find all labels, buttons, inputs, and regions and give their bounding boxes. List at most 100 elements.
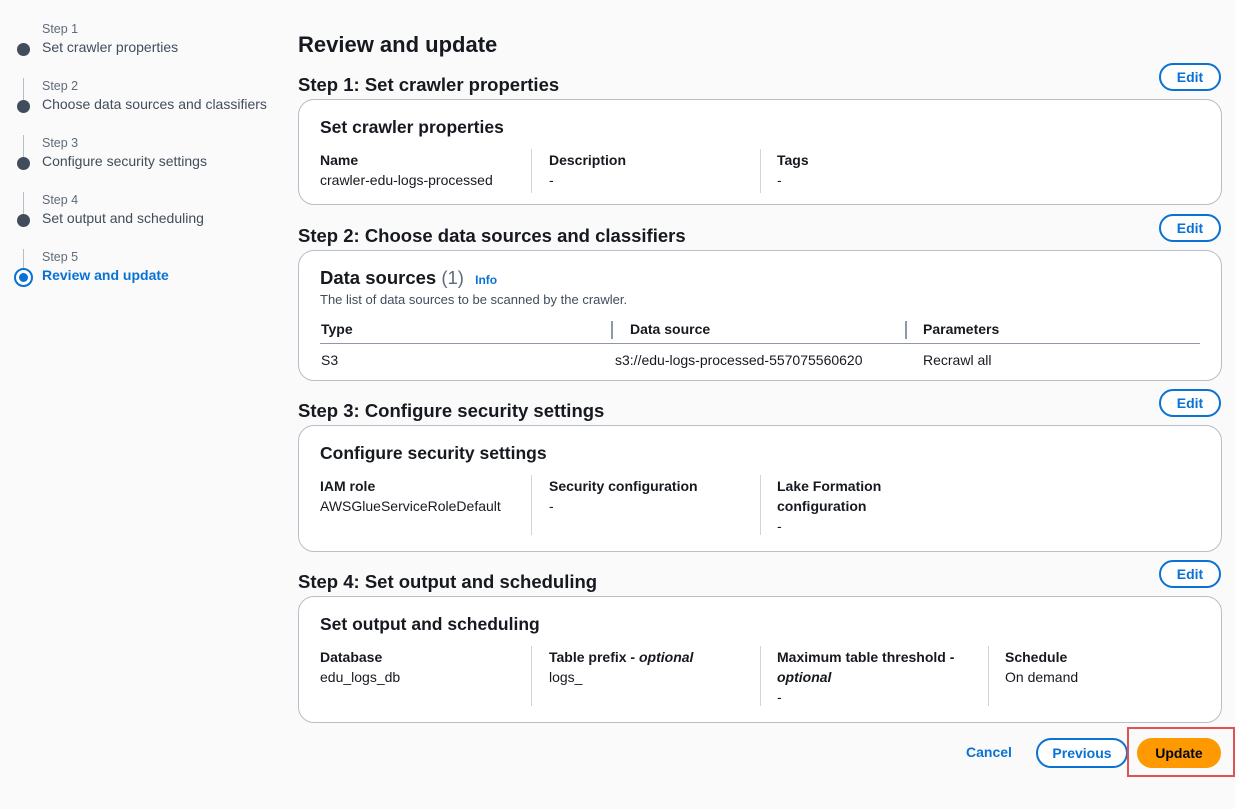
field-label: Name	[320, 152, 359, 168]
step-1-number: Step 1	[42, 22, 79, 36]
step-4-indicator-icon	[17, 214, 30, 227]
table-header-divider	[320, 343, 1200, 344]
database-field: Database edu_logs_db	[320, 647, 540, 687]
optional-marker: optional	[638, 649, 694, 665]
step-2-title[interactable]: Choose data sources and classifiers	[42, 95, 284, 114]
field-label: Description	[549, 152, 627, 168]
data-sources-header: Data sources (1) Info	[320, 267, 497, 289]
field-label: Maximum table threshold - optional	[777, 647, 977, 687]
optional-marker: optional	[777, 669, 832, 685]
step-3-number: Step 3	[42, 136, 79, 150]
output-scheduling-card: Set output and scheduling Database edu_l…	[298, 596, 1222, 723]
wizard-stepper: Step 1 Set crawler properties Step 2 Cho…	[14, 20, 284, 305]
step-1-title[interactable]: Set crawler properties	[42, 38, 284, 57]
step-5-title: Review and update	[42, 267, 169, 283]
table-cell-type: S3	[321, 352, 339, 368]
field-value: -	[777, 172, 782, 188]
column-divider	[760, 475, 761, 535]
card-title: Data sources	[320, 267, 437, 288]
description-field: Description -	[549, 150, 769, 190]
step-3-indicator-icon	[17, 157, 30, 170]
previous-button[interactable]: Previous	[1036, 738, 1128, 768]
field-value: logs_	[549, 669, 583, 685]
step-5-number: Step 5	[42, 250, 79, 264]
step-4[interactable]: Step 4 Set output and scheduling	[14, 192, 284, 248]
data-sources-card: Data sources (1) Info The list of data s…	[298, 250, 1222, 381]
step-5: Step 5 Review and update	[14, 249, 284, 305]
step-3-title[interactable]: Configure security settings	[42, 152, 284, 171]
section-heading: Step 4: Set output and scheduling	[298, 571, 598, 592]
step-3[interactable]: Step 3 Configure security settings	[14, 135, 284, 191]
name-field: Name crawler-edu-logs-processed	[320, 150, 540, 190]
field-value: edu_logs_db	[320, 669, 401, 685]
section-heading: Step 3: Configure security settings	[298, 400, 605, 421]
edit-step-1-button[interactable]: Edit	[1159, 63, 1221, 91]
edit-step-4-button[interactable]: Edit	[1159, 560, 1221, 588]
field-label: Lake Formation configuration	[777, 476, 997, 516]
step-2-indicator-icon	[17, 100, 30, 113]
column-divider	[531, 475, 532, 535]
section-heading: Step 2: Choose data sources and classifi…	[298, 225, 686, 246]
section-heading: Step 1: Set crawler properties	[298, 74, 560, 95]
crawler-properties-card: Set crawler properties Name crawler-edu-…	[298, 99, 1222, 205]
table-cell-data-source: s3://edu-logs-processed-557075560620	[615, 352, 863, 368]
edit-step-2-button[interactable]: Edit	[1159, 214, 1221, 242]
field-value: -	[777, 689, 782, 705]
field-value: AWSGlueServiceRoleDefault	[320, 498, 501, 514]
step-1[interactable]: Step 1 Set crawler properties	[14, 21, 284, 77]
column-header-type: Type	[321, 321, 353, 337]
security-settings-card: Configure security settings IAM role AWS…	[298, 425, 1222, 552]
column-header-parameters: Parameters	[923, 321, 1000, 337]
page-title: Review and update	[298, 32, 498, 57]
max-table-threshold-field: Maximum table threshold - optional -	[777, 647, 977, 707]
step-connector	[23, 78, 24, 100]
data-sources-count: (1)	[441, 267, 464, 288]
field-label-text: Maximum table threshold -	[777, 649, 955, 665]
field-value: -	[549, 498, 554, 514]
iam-role-field: IAM role AWSGlueServiceRoleDefault	[320, 476, 540, 516]
info-link[interactable]: Info	[475, 273, 497, 287]
field-label: Table prefix - optional	[549, 647, 769, 667]
table-cell-parameters: Recrawl all	[923, 352, 992, 368]
column-divider	[531, 149, 532, 193]
step-1-indicator-icon	[17, 43, 30, 56]
field-label: Database	[320, 649, 383, 665]
card-title: Configure security settings	[320, 443, 547, 463]
column-resizer[interactable]	[611, 321, 613, 339]
card-title: Set crawler properties	[320, 117, 504, 137]
field-value: -	[777, 518, 782, 534]
step-2[interactable]: Step 2 Choose data sources and classifie…	[14, 78, 284, 134]
data-sources-description: The list of data sources to be scanned b…	[320, 292, 628, 307]
tags-field: Tags -	[777, 150, 997, 190]
step-4-title[interactable]: Set output and scheduling	[42, 209, 284, 228]
step-5-current-indicator-icon	[14, 268, 33, 287]
field-label: Security configuration	[549, 478, 698, 494]
cancel-button[interactable]: Cancel	[966, 744, 1012, 760]
column-divider	[760, 149, 761, 193]
column-divider	[760, 646, 761, 706]
column-divider	[531, 646, 532, 706]
column-resizer[interactable]	[905, 321, 907, 339]
step-connector	[23, 192, 24, 214]
field-label-line: configuration	[777, 498, 867, 514]
lake-formation-field: Lake Formation configuration -	[777, 476, 997, 536]
step-connector	[23, 135, 24, 157]
field-label-text: Table prefix -	[549, 649, 639, 665]
step-4-number: Step 4	[42, 193, 79, 207]
edit-step-3-button[interactable]: Edit	[1159, 389, 1221, 417]
field-label: IAM role	[320, 478, 376, 494]
schedule-field: Schedule On demand	[1005, 647, 1225, 687]
field-value: On demand	[1005, 669, 1079, 685]
column-header-data-source: Data source	[630, 321, 711, 337]
card-title: Set output and scheduling	[320, 614, 540, 634]
security-configuration-field: Security configuration -	[549, 476, 769, 516]
field-label: Schedule	[1005, 649, 1068, 665]
field-label: Tags	[777, 152, 809, 168]
column-divider	[988, 646, 989, 706]
update-button[interactable]: Update	[1137, 738, 1221, 768]
field-label-line: Lake Formation	[777, 478, 882, 494]
field-value: -	[549, 172, 554, 188]
field-value: crawler-edu-logs-processed	[320, 172, 493, 188]
step-2-number: Step 2	[42, 79, 79, 93]
table-prefix-field: Table prefix - optional logs_	[549, 647, 769, 687]
